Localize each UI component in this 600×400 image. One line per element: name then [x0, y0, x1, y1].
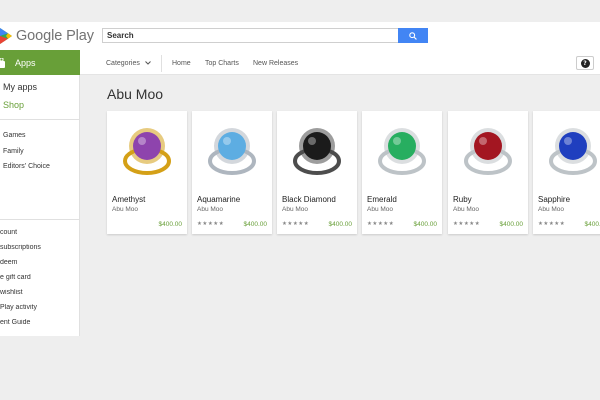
- nav-bar: [0, 50, 600, 75]
- google-play-logo[interactable]: Google Play: [0, 26, 94, 46]
- brand-name: Google Play: [16, 28, 94, 44]
- product-card[interactable]: Black Diamond Abu Moo ★★★★★ $400.00: [277, 111, 357, 234]
- product-image: [453, 115, 523, 185]
- product-card[interactable]: Emerald Abu Moo ★★★★★ $400.00: [362, 111, 442, 234]
- product-developer[interactable]: Abu Moo: [538, 206, 564, 213]
- price-button[interactable]: $400.00: [414, 221, 438, 228]
- rating-stars: ★★★★★: [282, 221, 310, 227]
- search-bar: [102, 28, 428, 43]
- sidebar-item-editors-choice[interactable]: Editors' Choice: [3, 163, 50, 170]
- product-image: [197, 115, 267, 185]
- sidebar-item-parent-guide[interactable]: ent Guide: [0, 319, 80, 326]
- price-button[interactable]: $400.00: [329, 221, 353, 228]
- sidebar-item-shop[interactable]: Shop: [3, 100, 24, 110]
- nav-divider: [161, 55, 162, 72]
- product-title[interactable]: Amethyst: [112, 195, 145, 204]
- sidebar-item-wishlist[interactable]: wishlist: [0, 289, 80, 296]
- search-input[interactable]: [102, 28, 398, 43]
- product-title[interactable]: Black Diamond: [282, 195, 336, 204]
- product-card[interactable]: Aquamarine Abu Moo ★★★★★ $400.00: [192, 111, 272, 234]
- product-title[interactable]: Aquamarine: [197, 195, 240, 204]
- rating-stars: ★★★★★: [453, 221, 481, 227]
- price-button[interactable]: $400.00: [244, 221, 268, 228]
- price-button[interactable]: $400.00: [585, 221, 600, 228]
- sidebar-item-my-apps[interactable]: My apps: [3, 82, 37, 92]
- sidebar-tab-apps-label: Apps: [15, 57, 36, 68]
- apps-icon: [0, 57, 5, 68]
- sidebar-item-games[interactable]: Games: [3, 132, 26, 139]
- sidebar-tab-apps[interactable]: Apps: [0, 50, 80, 75]
- help-button[interactable]: ?: [576, 56, 594, 70]
- product-developer[interactable]: Abu Moo: [112, 206, 138, 213]
- sidebar-item-family[interactable]: Family: [3, 148, 24, 155]
- sidebar-item-account[interactable]: count: [0, 229, 80, 236]
- product-card[interactable]: Sapphire Abu Moo ★★★★★ $400.00: [533, 111, 600, 234]
- product-image: [538, 115, 600, 185]
- product-title[interactable]: Sapphire: [538, 195, 570, 204]
- product-title[interactable]: Ruby: [453, 195, 472, 204]
- product-developer[interactable]: Abu Moo: [367, 206, 393, 213]
- sidebar-divider: [0, 119, 80, 120]
- play-triangle-icon: [0, 28, 12, 44]
- sidebar-divider: [0, 219, 80, 220]
- rating-stars: ★★★★★: [538, 221, 566, 227]
- sidebar-item-play-activity[interactable]: Play activity: [0, 304, 80, 311]
- product-card[interactable]: Amethyst Abu Moo $400.00: [107, 111, 187, 234]
- product-title[interactable]: Emerald: [367, 195, 397, 204]
- product-developer[interactable]: Abu Moo: [282, 206, 308, 213]
- product-image: [112, 115, 182, 185]
- rating-stars: ★★★★★: [367, 221, 395, 227]
- page-title: Abu Moo: [107, 86, 164, 102]
- chevron-down-icon: [144, 61, 151, 65]
- categories-dropdown[interactable]: Categories: [106, 60, 151, 67]
- search-icon: [409, 31, 417, 40]
- categories-label: Categories: [106, 60, 140, 67]
- product-image: [367, 115, 437, 185]
- rating-stars: ★★★★★: [197, 221, 225, 227]
- help-icon: ?: [580, 58, 590, 68]
- product-image: [282, 115, 352, 185]
- nav-top-charts[interactable]: Top Charts: [205, 60, 239, 67]
- product-developer[interactable]: Abu Moo: [197, 206, 223, 213]
- sidebar-item-subscriptions[interactable]: subscriptions: [0, 244, 80, 251]
- sidebar-item-gift-card[interactable]: e gift card: [0, 274, 80, 281]
- search-button[interactable]: [398, 28, 428, 43]
- price-button[interactable]: $400.00: [500, 221, 524, 228]
- sidebar-item-redeem[interactable]: deem: [0, 259, 80, 266]
- product-card[interactable]: Ruby Abu Moo ★★★★★ $400.00: [448, 111, 528, 234]
- nav-new-releases[interactable]: New Releases: [253, 60, 298, 67]
- nav-home[interactable]: Home: [172, 60, 191, 67]
- product-developer[interactable]: Abu Moo: [453, 206, 479, 213]
- price-button[interactable]: $400.00: [159, 221, 183, 228]
